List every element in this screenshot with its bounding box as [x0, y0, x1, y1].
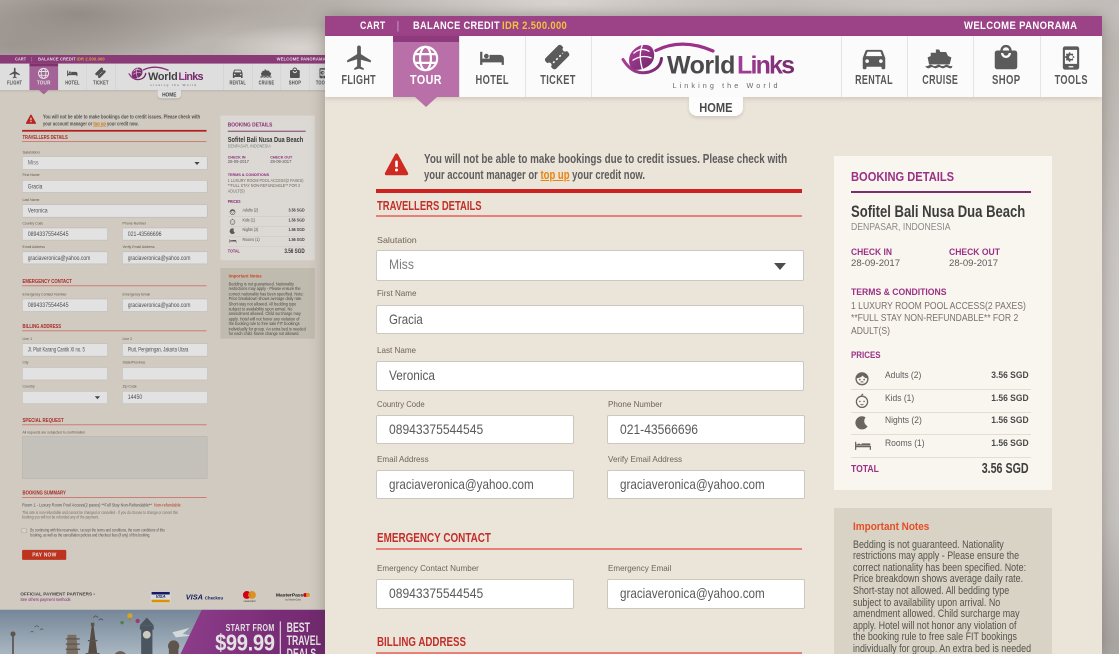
svg-text:mastercard: mastercard	[243, 600, 256, 603]
svg-text:by MasterCard: by MasterCard	[285, 599, 301, 602]
svg-text:Links: Links	[737, 52, 795, 80]
svg-text:World: World	[667, 52, 735, 80]
svg-text:Linking the World: Linking the World	[150, 83, 197, 87]
svg-text:World: World	[148, 71, 178, 83]
svg-text:Links: Links	[178, 71, 203, 83]
svg-text:VISA: VISA	[186, 592, 203, 601]
svg-text:Checkout: Checkout	[205, 595, 223, 600]
svg-text:VISA: VISA	[156, 594, 166, 599]
svg-text:Linking the World: Linking the World	[673, 81, 781, 90]
